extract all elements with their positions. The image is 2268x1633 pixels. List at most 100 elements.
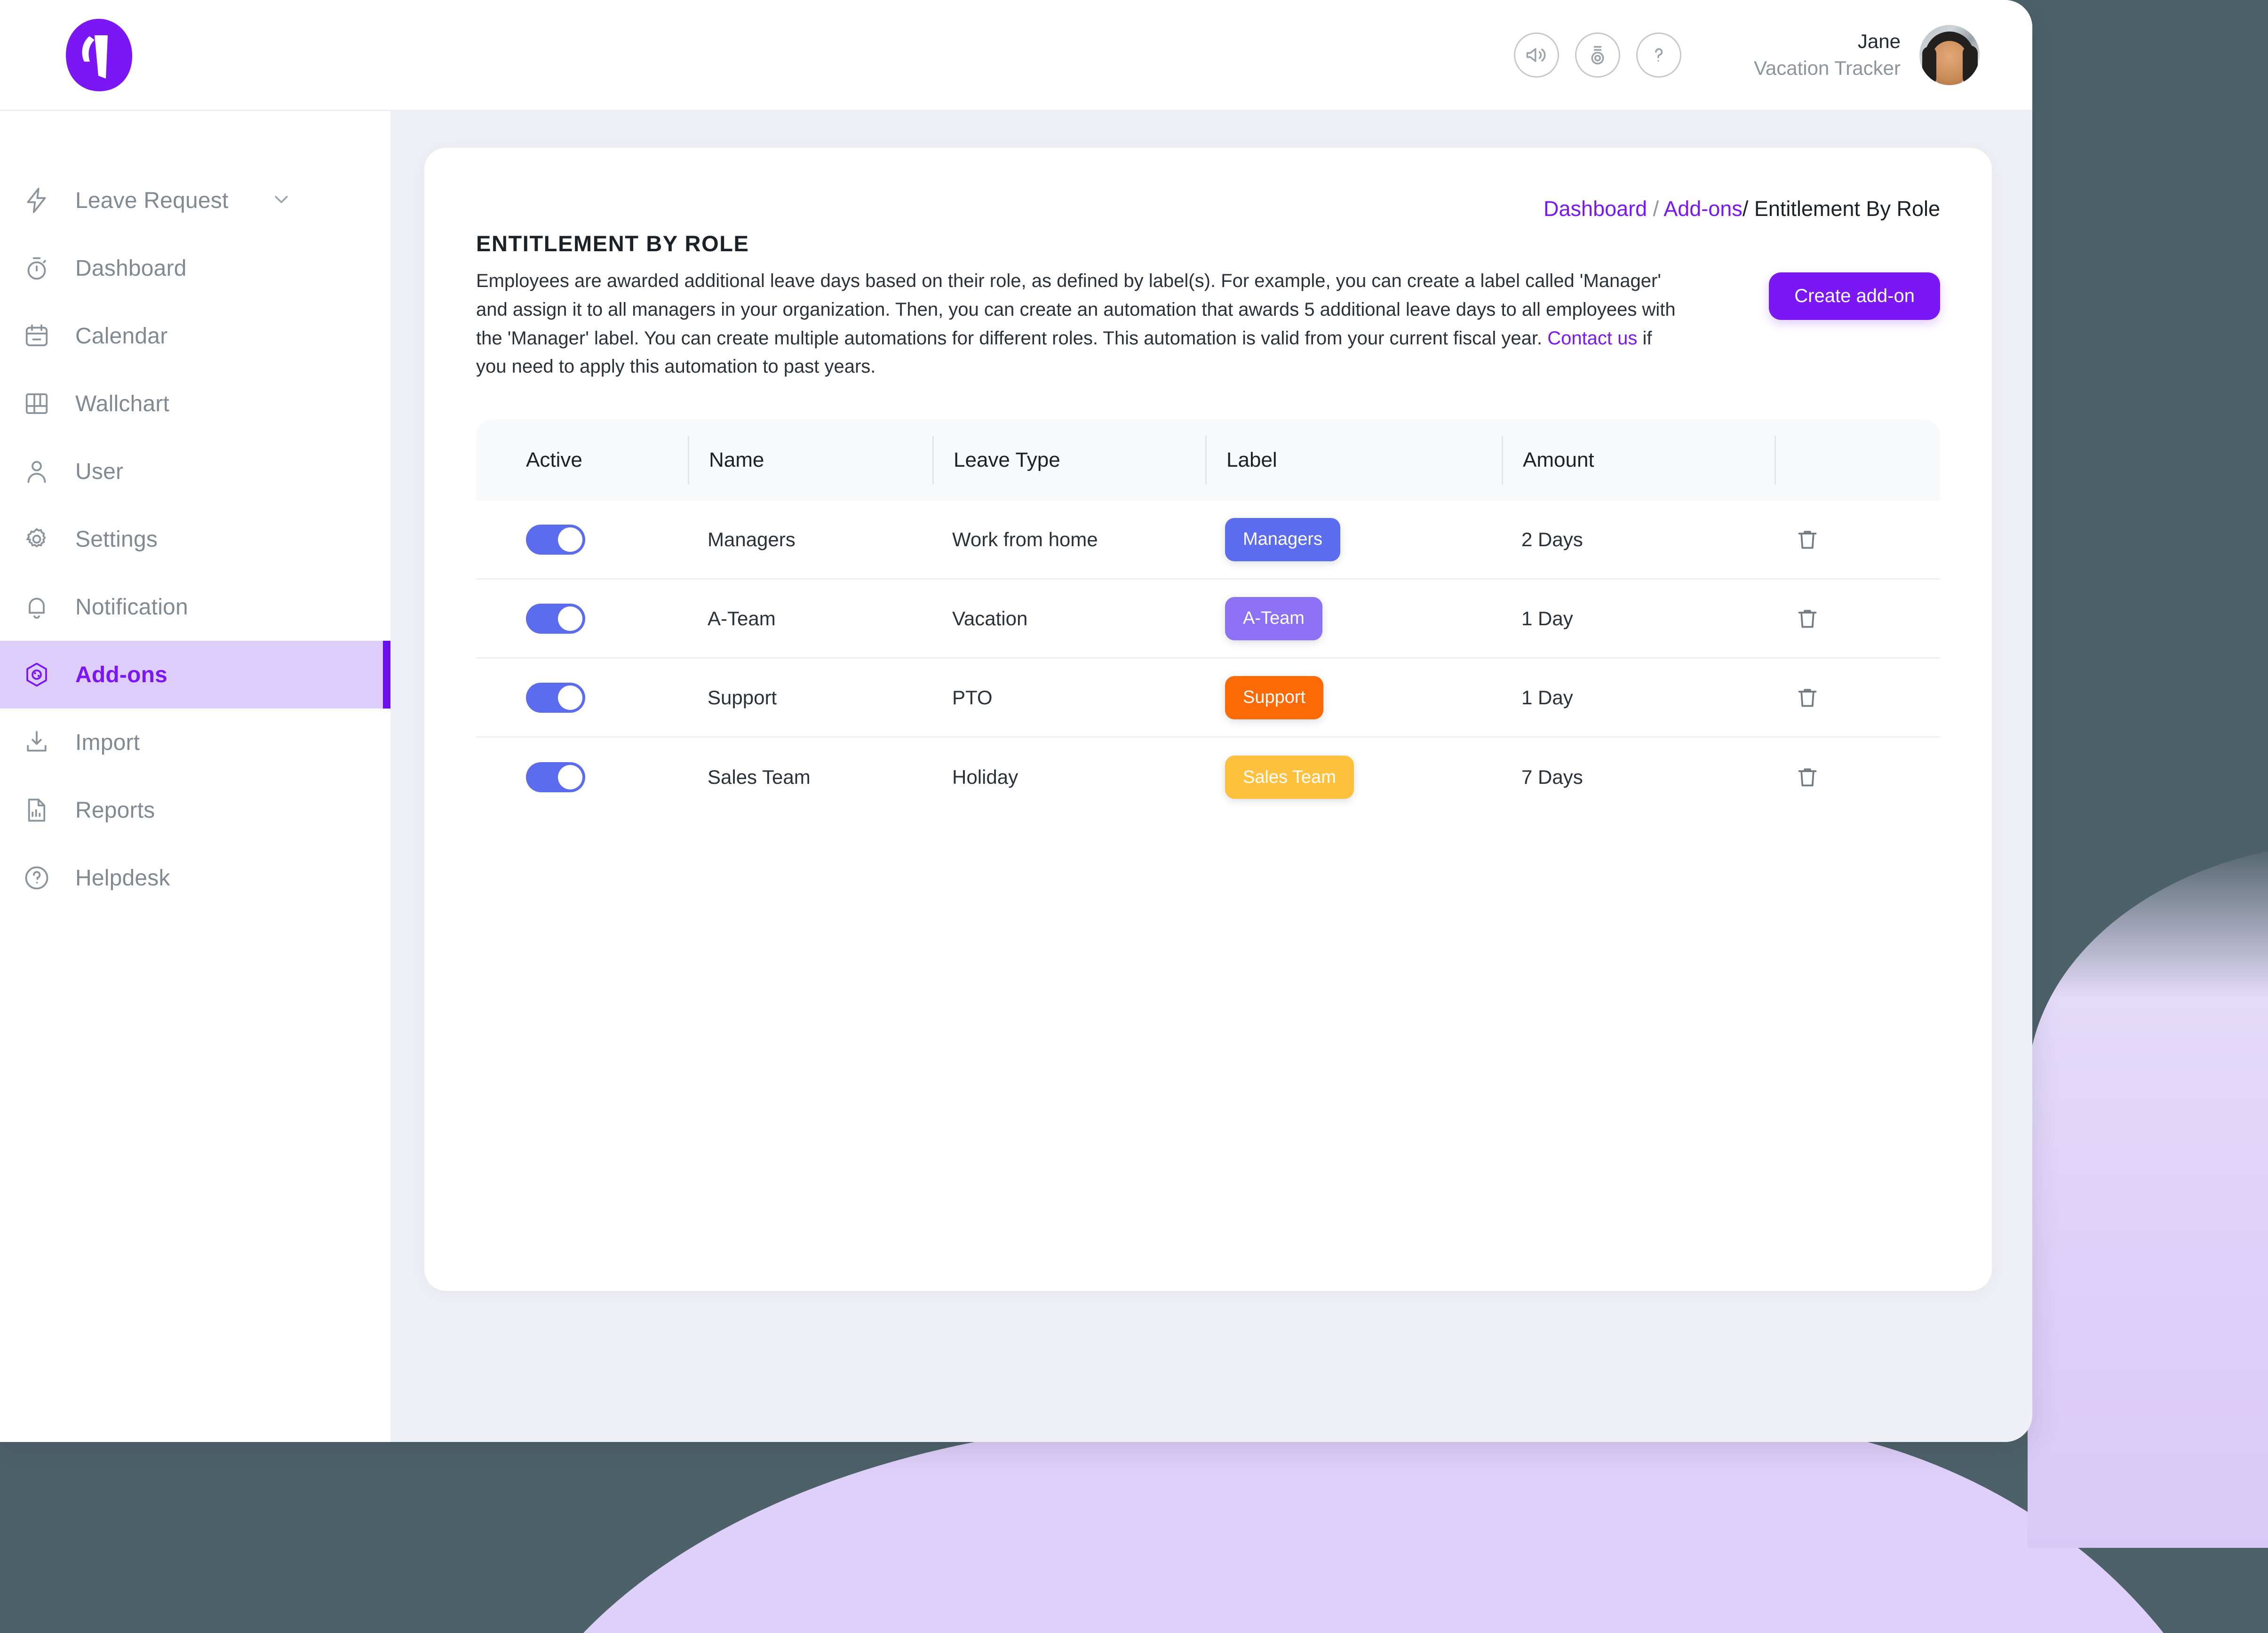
row-leave-type: Work from home bbox=[952, 528, 1098, 550]
active-toggle[interactable] bbox=[526, 603, 585, 634]
description-row: Employees are awarded additional leave d… bbox=[476, 267, 1940, 381]
breadcrumb-current: / Entitlement By Role bbox=[1742, 197, 1940, 221]
sidebar-item-leave-request[interactable]: Leave Request bbox=[0, 167, 390, 234]
label-chip[interactable]: Managers bbox=[1225, 518, 1340, 561]
sidebar-item-add-ons[interactable]: Add-ons bbox=[0, 641, 390, 709]
column-header-actions bbox=[1775, 436, 1940, 485]
sidebar-item-label: Leave Request bbox=[75, 188, 229, 213]
sidebar-item-dashboard[interactable]: Dashboard bbox=[0, 234, 390, 302]
sidebar-item-label: Settings bbox=[75, 526, 158, 552]
calendar-icon bbox=[23, 322, 75, 350]
sidebar-item-label: Calendar bbox=[75, 323, 168, 349]
label-chip[interactable]: A-Team bbox=[1225, 597, 1322, 640]
vacation-tracker-logo-icon bbox=[64, 17, 134, 93]
create-add-on-button[interactable]: Create add-on bbox=[1769, 272, 1940, 320]
row-amount: 1 Day bbox=[1521, 686, 1573, 709]
bolt-icon bbox=[23, 186, 75, 215]
table-row: Managers Work from home Managers 2 Days bbox=[476, 501, 1940, 580]
active-toggle[interactable] bbox=[526, 762, 585, 793]
avatar-face bbox=[1932, 40, 1967, 85]
row-label-cell: A-Team bbox=[1205, 580, 1502, 657]
sidebar-item-settings[interactable]: Settings bbox=[0, 505, 390, 573]
row-amount: 2 Days bbox=[1521, 528, 1583, 550]
contact-us-link[interactable]: Contact us bbox=[1547, 328, 1637, 349]
trash-icon[interactable] bbox=[1794, 605, 1821, 632]
toggle-knob bbox=[558, 606, 582, 631]
app-logo[interactable] bbox=[0, 17, 198, 93]
row-label-cell: Sales Team bbox=[1205, 738, 1502, 817]
question-circle-icon bbox=[23, 864, 75, 892]
breadcrumb: Dashboard / Add-ons/ Entitlement By Role bbox=[1544, 197, 1940, 221]
decorative-lavender-blob bbox=[489, 1421, 2268, 1633]
row-amount: 1 Day bbox=[1521, 607, 1573, 629]
description-text-part1: Employees are awarded additional leave d… bbox=[476, 271, 1676, 349]
wallchart-icon bbox=[23, 390, 75, 418]
row-label-cell: Support bbox=[1205, 659, 1502, 736]
column-header-leave-type: Leave Type bbox=[932, 436, 1205, 485]
user-text: Jane Vacation Tracker bbox=[1754, 28, 1901, 81]
active-toggle[interactable] bbox=[526, 682, 585, 713]
sidebar-item-label: Add-ons bbox=[75, 662, 168, 687]
report-icon bbox=[23, 796, 75, 824]
column-header-label: Label bbox=[1205, 436, 1502, 485]
sidebar-item-label: Helpdesk bbox=[75, 865, 170, 891]
avatar-hair-left bbox=[1922, 46, 1936, 85]
gear-icon bbox=[23, 525, 75, 553]
app-window: Jane Vacation Tracker Leave Request Dash… bbox=[0, 0, 2032, 1442]
sidebar-item-notification[interactable]: Notification bbox=[0, 573, 390, 641]
sidebar-item-helpdesk[interactable]: Helpdesk bbox=[0, 844, 390, 912]
avatar[interactable] bbox=[1919, 24, 1980, 85]
avatar-hair-right bbox=[1963, 45, 1978, 85]
trash-icon[interactable] bbox=[1794, 685, 1821, 711]
active-toggle[interactable] bbox=[526, 524, 585, 555]
stopwatch-icon bbox=[23, 254, 75, 282]
label-chip[interactable]: Support bbox=[1225, 676, 1324, 719]
sidebar-item-label: Dashboard bbox=[75, 255, 187, 281]
table-row: Sales Team Holiday Sales Team 7 Days bbox=[476, 738, 1940, 817]
label-chip[interactable]: Sales Team bbox=[1225, 756, 1354, 799]
column-header-active: Active bbox=[526, 448, 582, 472]
help-icon[interactable] bbox=[1636, 32, 1681, 78]
announcement-icon[interactable] bbox=[1513, 32, 1559, 78]
sidebar-item-import[interactable]: Import bbox=[0, 709, 390, 776]
trash-icon[interactable] bbox=[1794, 526, 1821, 553]
sidebar-item-wallchart[interactable]: Wallchart bbox=[0, 370, 390, 438]
page-title: ENTITLEMENT BY ROLE bbox=[476, 231, 749, 256]
row-name: Managers bbox=[708, 528, 796, 550]
sidebar-item-user[interactable]: User bbox=[0, 438, 390, 505]
sidebar-item-label: Reports bbox=[75, 797, 155, 823]
table-row: A-Team Vacation A-Team 1 Day bbox=[476, 580, 1940, 659]
chevron-down-icon[interactable] bbox=[270, 188, 293, 213]
entitlement-card: ENTITLEMENT BY ROLE Dashboard / Add-ons/… bbox=[424, 148, 1992, 1291]
user-name: Jane bbox=[1857, 30, 1901, 52]
sidebar-item-calendar[interactable]: Calendar bbox=[0, 302, 390, 370]
sidebar-item-label: Wallchart bbox=[75, 391, 170, 416]
breadcrumb-addons[interactable]: Add-ons bbox=[1663, 197, 1743, 221]
sidebar: Leave Request Dashboard Calendar Wallcha… bbox=[0, 111, 390, 1442]
row-name: Sales Team bbox=[708, 766, 811, 789]
row-actions bbox=[1775, 659, 1940, 736]
sidebar-item-label: Import bbox=[75, 730, 140, 755]
active-indicator-bar bbox=[383, 641, 390, 709]
row-name: A-Team bbox=[708, 607, 776, 629]
toggle-knob bbox=[558, 527, 582, 552]
import-icon bbox=[23, 728, 75, 757]
column-header-name: Name bbox=[688, 436, 932, 485]
breadcrumb-separator: / bbox=[1647, 197, 1664, 221]
user-org: Vacation Tracker bbox=[1753, 56, 1901, 79]
page-description: Employees are awarded additional leave d… bbox=[476, 267, 1680, 381]
row-amount: 7 Days bbox=[1521, 766, 1583, 789]
toggle-knob bbox=[558, 685, 582, 710]
user-menu[interactable]: Jane Vacation Tracker bbox=[1754, 24, 1980, 85]
column-header-amount: Amount bbox=[1502, 436, 1775, 485]
table-header-row: Active Name Leave Type Label Amount bbox=[476, 420, 1940, 501]
breadcrumb-dashboard[interactable]: Dashboard bbox=[1544, 197, 1647, 221]
sidebar-item-label: User bbox=[75, 459, 124, 484]
timer-icon[interactable] bbox=[1575, 32, 1620, 78]
trash-icon[interactable] bbox=[1794, 764, 1821, 790]
row-leave-type: Vacation bbox=[952, 607, 1028, 629]
row-leave-type: PTO bbox=[952, 686, 993, 709]
topbar-actions: Jane Vacation Tracker bbox=[1513, 24, 2032, 85]
sidebar-item-reports[interactable]: Reports bbox=[0, 776, 390, 844]
sidebar-item-label: Notification bbox=[75, 594, 188, 620]
